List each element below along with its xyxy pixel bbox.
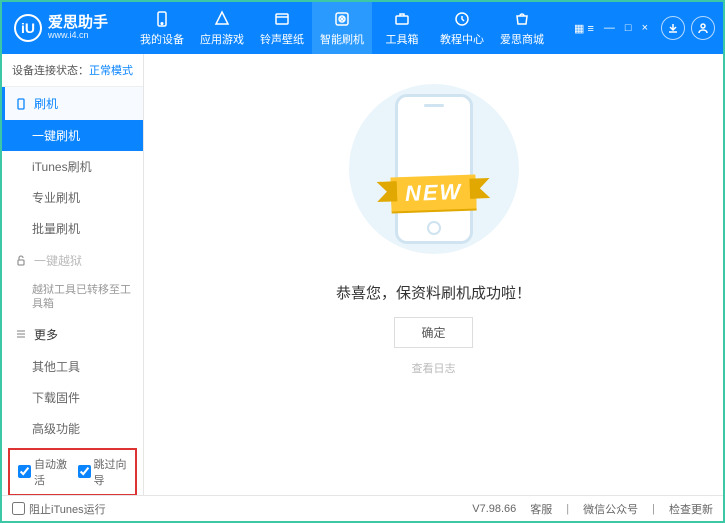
nav-my-device[interactable]: 我的设备 [132, 2, 192, 54]
checkbox-input[interactable] [78, 465, 91, 478]
app-logo: iU 爱思助手 www.i4.cn [14, 14, 132, 42]
section-title: 一键越狱 [34, 252, 82, 269]
sidebar-item-pro[interactable]: 专业刷机 [2, 182, 143, 213]
app-name: 爱思助手 [48, 15, 108, 32]
sidebar-item-oneclick[interactable]: 一键刷机 [2, 120, 143, 151]
connection-status: 设备连接状态：正常模式 [2, 54, 143, 87]
menu-button[interactable]: ▦ ≡ [571, 22, 597, 35]
list-icon [14, 327, 28, 341]
success-illustration: NEW [334, 84, 534, 254]
sidebar-item-firmware[interactable]: 下载固件 [2, 382, 143, 413]
lock-icon [14, 254, 28, 268]
nav-label: 铃声壁纸 [260, 31, 304, 47]
update-link[interactable]: 检查更新 [669, 501, 713, 517]
checkbox-label: 跳过向导 [94, 456, 128, 488]
statusbar: 阻止iTunes运行 V7.98.66 客服 | 微信公众号 | 检查更新 [2, 495, 723, 521]
toolbox-icon [393, 10, 411, 28]
option-checkboxes: 自动激活 跳过向导 [8, 448, 137, 495]
app-window: iU 爱思助手 www.i4.cn 我的设备 应用游戏 铃声壁纸 智能刷机 [0, 0, 725, 523]
status-right: V7.98.66 客服 | 微信公众号 | 检查更新 [472, 501, 713, 517]
block-itunes-checkbox[interactable]: 阻止iTunes运行 [12, 501, 106, 517]
phone-graphic [395, 94, 473, 244]
shop-icon [513, 10, 531, 28]
service-link[interactable]: 客服 [530, 501, 552, 517]
section-title: 刷机 [34, 95, 58, 112]
tutorial-icon [453, 10, 471, 28]
section-jailbreak: 一键越狱 越狱工具已转移至工具箱 [2, 244, 143, 318]
section-flash: 刷机 一键刷机 iTunes刷机 专业刷机 批量刷机 [2, 87, 143, 244]
main-content: NEW 恭喜您，保资料刷机成功啦！ 确定 查看日志 [144, 54, 723, 495]
section-header-flash[interactable]: 刷机 [2, 87, 143, 120]
checkbox-label: 阻止iTunes运行 [29, 501, 106, 517]
new-ribbon: NEW [390, 175, 476, 212]
titlebar-right: ▦ ≡ — □ × [571, 16, 715, 40]
success-message: 恭喜您，保资料刷机成功啦！ [336, 282, 531, 303]
version-label: V7.98.66 [472, 503, 516, 515]
close-button[interactable]: × [639, 22, 651, 34]
section-more: 更多 其他工具 下载固件 高级功能 [2, 318, 143, 444]
sidebar-item-advanced[interactable]: 高级功能 [2, 413, 143, 444]
nav-flash[interactable]: 智能刷机 [312, 2, 372, 54]
conn-label: 设备连接状态： [12, 65, 89, 77]
device-icon [153, 10, 171, 28]
conn-mode: 正常模式 [89, 65, 133, 77]
sidebar-item-batch[interactable]: 批量刷机 [2, 213, 143, 244]
nav-label: 智能刷机 [320, 31, 364, 47]
nav-label: 教程中心 [440, 31, 484, 47]
nav-label: 工具箱 [386, 31, 419, 47]
body: 设备连接状态：正常模式 刷机 一键刷机 iTunes刷机 专业刷机 批量刷机 一… [2, 54, 723, 495]
section-header-more[interactable]: 更多 [2, 318, 143, 351]
titlebar: iU 爱思助手 www.i4.cn 我的设备 应用游戏 铃声壁纸 智能刷机 [2, 2, 723, 54]
section-header-jailbreak[interactable]: 一键越狱 [2, 244, 143, 277]
apps-icon [213, 10, 231, 28]
ok-button[interactable]: 确定 [394, 317, 472, 348]
view-log-link[interactable]: 查看日志 [412, 360, 456, 376]
sidebar: 设备连接状态：正常模式 刷机 一键刷机 iTunes刷机 专业刷机 批量刷机 一… [2, 54, 144, 495]
checkbox-input[interactable] [12, 502, 25, 515]
checkbox-skip-guide[interactable]: 跳过向导 [78, 456, 128, 488]
phone-icon [14, 97, 28, 111]
sidebar-item-itunes[interactable]: iTunes刷机 [2, 151, 143, 182]
app-url: www.i4.cn [48, 31, 108, 41]
jailbreak-note: 越狱工具已转移至工具箱 [2, 277, 143, 318]
flash-icon [333, 10, 351, 28]
nav-apps[interactable]: 应用游戏 [192, 2, 252, 54]
section-title: 更多 [34, 326, 58, 343]
logo-icon: iU [14, 14, 42, 42]
user-button[interactable] [691, 16, 715, 40]
maximize-button[interactable]: □ [622, 22, 635, 34]
media-icon [273, 10, 291, 28]
download-button[interactable] [661, 16, 685, 40]
nav-label: 爱思商城 [500, 31, 544, 47]
nav-media[interactable]: 铃声壁纸 [252, 2, 312, 54]
main-nav: 我的设备 应用游戏 铃声壁纸 智能刷机 工具箱 教程中心 [132, 2, 571, 54]
nav-label: 应用游戏 [200, 31, 244, 47]
nav-label: 我的设备 [140, 31, 184, 47]
minimize-button[interactable]: — [601, 22, 618, 34]
wechat-link[interactable]: 微信公众号 [583, 501, 638, 517]
nav-tools[interactable]: 工具箱 [372, 2, 432, 54]
sidebar-item-other[interactable]: 其他工具 [2, 351, 143, 382]
checkbox-auto-activate[interactable]: 自动激活 [18, 456, 68, 488]
checkbox-label: 自动激活 [34, 456, 68, 488]
checkbox-input[interactable] [18, 465, 31, 478]
window-controls: ▦ ≡ — □ × [571, 22, 651, 35]
nav-shop[interactable]: 爱思商城 [492, 2, 552, 54]
nav-tutorial[interactable]: 教程中心 [432, 2, 492, 54]
